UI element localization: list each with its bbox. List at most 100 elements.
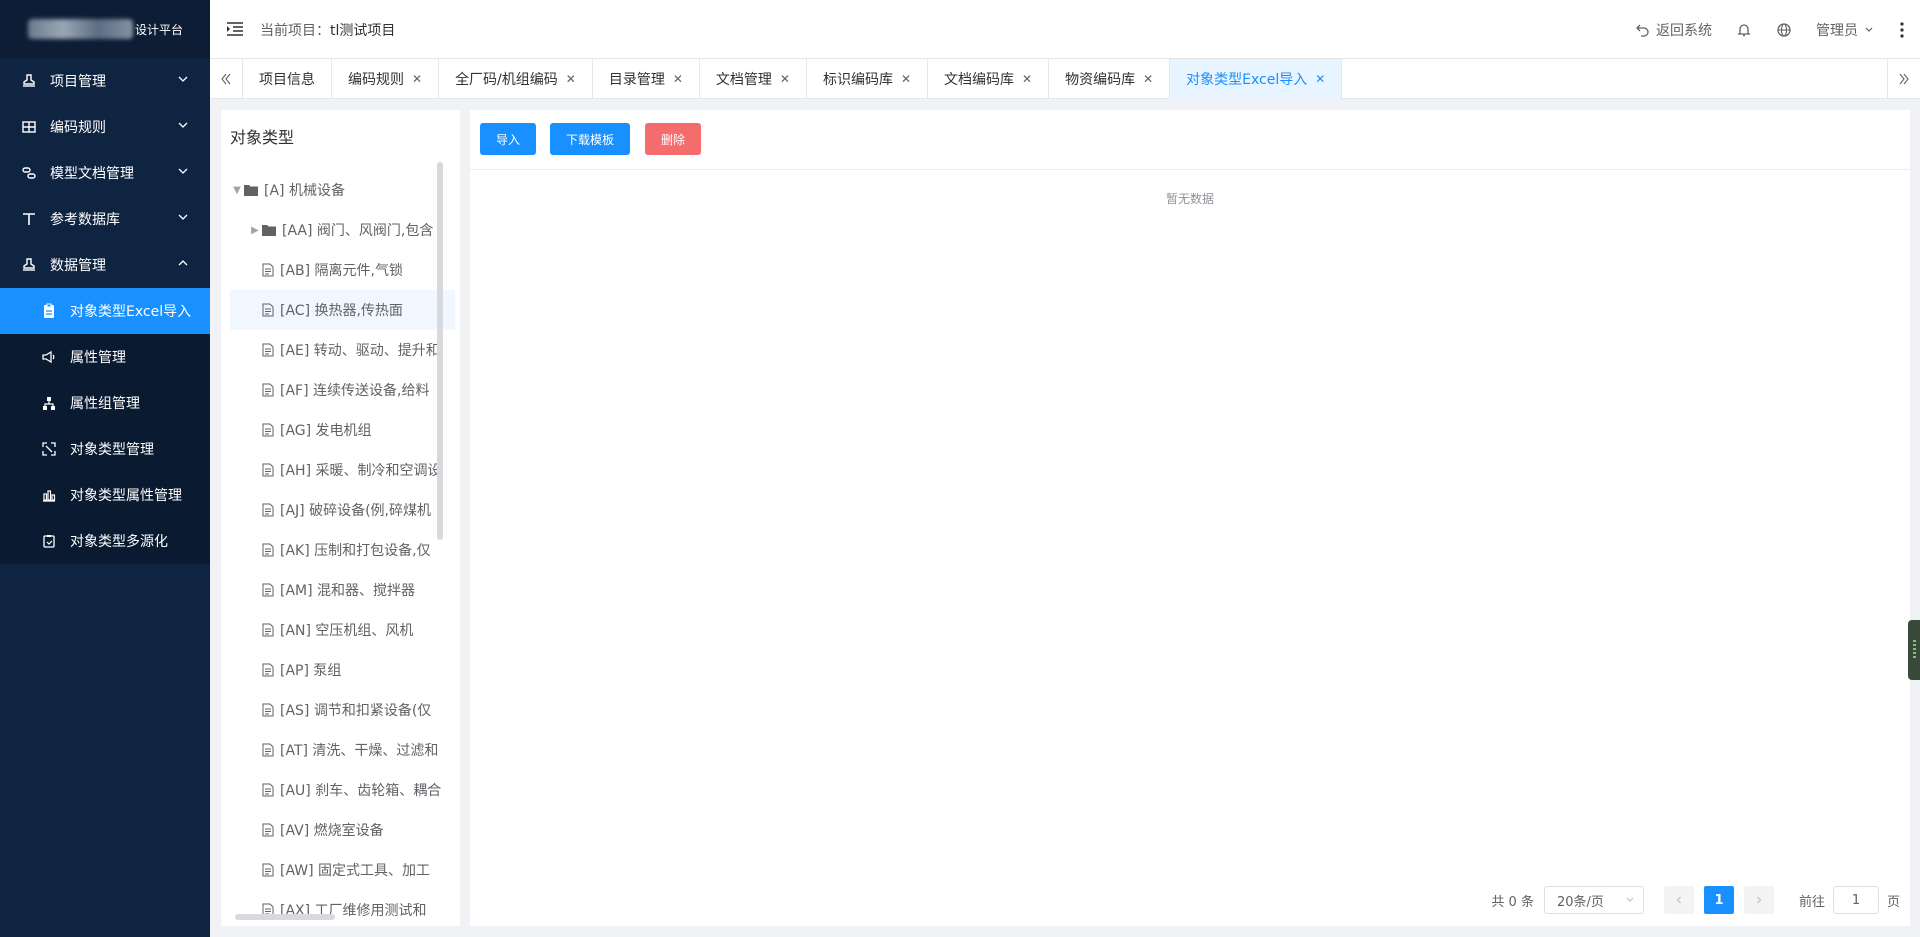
sidebar-item-excel-import[interactable]: 对象类型Excel导入 [0,288,210,334]
tab-document-management[interactable]: 文档管理 ✕ [700,59,807,99]
user-dropdown[interactable]: 管理员 [1816,20,1874,40]
close-icon[interactable]: ✕ [412,72,422,86]
tab-label: 文档管理 [715,72,772,88]
tree-node-label: [AS] 调节和扣紧设备(仅 [280,703,432,719]
tab-coding-rules[interactable]: 编码规则 ✕ [332,59,440,99]
caret-down-icon[interactable]: ▼ [230,185,244,196]
tree-node[interactable]: [AU] 刹车、齿轮箱、耦合 [230,770,455,810]
menu-reference-database[interactable]: 参考数据库 [0,196,210,242]
tree-node-root[interactable]: ▼ [A] 机械设备 [230,170,455,210]
sub-item-label: 对象类型属性管理 [70,488,182,504]
tab-object-type-excel-import[interactable]: 对象类型Excel导入 ✕ [1170,59,1343,99]
globe-icon[interactable] [1776,22,1792,38]
close-icon[interactable]: ✕ [1315,72,1325,86]
tree-node[interactable]: [AH] 采暖、制冷和空调设 [230,450,455,490]
close-icon[interactable]: ✕ [1143,72,1153,86]
chevron-down-icon [178,168,188,174]
tree-node[interactable]: [AV] 燃烧室设备 [230,810,455,850]
menu-data-management[interactable]: 数据管理 [0,242,210,288]
bell-icon[interactable] [1736,22,1752,38]
tab-material-code-library[interactable]: 物资编码库 ✕ [1049,59,1171,99]
tree-node[interactable]: [AE] 转动、驱动、提升和 [230,330,455,370]
tree-node[interactable]: [AS] 调节和扣紧设备(仅 [230,690,455,730]
tree-node-label: [AJ] 破碎设备(例,碎煤机 [280,503,431,519]
tab-scroll-right-button[interactable] [1887,59,1920,99]
tab-catalog-management[interactable]: 目录管理 ✕ [593,59,700,99]
close-icon[interactable]: ✕ [673,72,683,86]
tree-node[interactable]: ▶ [AA] 阀门、风阀门,包含 [230,210,455,250]
document-icon [262,303,274,317]
tab-label: 物资编码库 [1065,72,1136,88]
page-size-select[interactable]: 20条/页 [1543,886,1644,914]
tree-vertical-scrollbar[interactable] [437,162,443,540]
tree-node[interactable]: [AF] 连续传送设备,给料 [230,370,455,410]
sidebar-item-object-type-attribute[interactable]: 对象类型属性管理 [0,472,210,518]
user-name: 管理员 [1816,22,1858,39]
tree-node[interactable]: [AJ] 破碎设备(例,碎煤机 [230,490,455,530]
download-template-button[interactable]: 下载模板 [550,123,630,155]
link-icon [20,164,38,182]
tab-label: 编码规则 [348,72,404,88]
tab-plant-unit-code[interactable]: 全厂码/机组编码 ✕ [439,59,593,99]
tree-node[interactable]: [AG] 发电机组 [230,410,455,450]
goto-page-input[interactable]: 1 [1832,886,1879,914]
tree-node[interactable]: [AT] 清洗、干燥、过滤和 [230,730,455,770]
document-icon [262,623,274,637]
tree-node[interactable]: [AC] 换热器,传热面 [230,290,455,330]
sidebar-item-object-type-multisource[interactable]: 对象类型多源化 [0,518,210,564]
menu-model-doc-management[interactable]: 模型文档管理 [0,150,210,196]
close-icon[interactable]: ✕ [566,72,576,86]
tree-node-label: [AK] 压制和打包设备,仅 [280,543,431,559]
prev-page-button[interactable] [1663,886,1694,914]
document-icon [262,503,274,517]
close-icon[interactable]: ✕ [1022,72,1032,86]
tab-label: 标识编码库 [822,72,893,88]
tree-node[interactable]: [AP] 泵组 [230,650,455,690]
chevron-left-icon [1676,896,1681,904]
next-page-button[interactable] [1743,886,1774,914]
logo[interactable]: 设计平台 [0,0,210,58]
tree-node-label: [AB] 隔离元件,气锁 [280,263,404,279]
caret-right-icon[interactable]: ▶ [248,225,262,236]
tree-node[interactable]: [AB] 隔离元件,气锁 [230,250,455,290]
clipboard-icon [40,302,58,320]
import-button[interactable]: 导入 [480,123,536,155]
menu-project-management[interactable]: 项目管理 [0,58,210,104]
menu-label: 项目管理 [50,74,106,90]
tree-node[interactable]: [AN] 空压机组、风机 [230,610,455,650]
chevron-up-icon [178,260,188,266]
document-icon [262,863,274,877]
close-icon[interactable]: ✕ [901,72,911,86]
menu-fold-icon[interactable] [226,21,244,37]
menu-label: 编码规则 [50,120,106,136]
more-vertical-icon[interactable] [1900,21,1904,38]
tree-node[interactable]: [AX] 工厂维修用测试和 [230,890,455,926]
menu-coding-rules[interactable]: 编码规则 [0,104,210,150]
sidebar-item-attribute-group[interactable]: 属性组管理 [0,380,210,426]
back-to-system-button[interactable]: 返回系统 [1636,20,1712,40]
tab-label: 目录管理 [608,72,665,88]
sidebar-item-object-type[interactable]: 对象类型管理 [0,426,210,472]
tree-node-label: [AW] 固定式工具、加工 [280,863,431,879]
current-project-name[interactable]: tl测试项目 [330,23,395,39]
top-header: 当前项目：tl测试项目 返回系统 管理员 [210,0,1920,59]
close-icon[interactable]: ✕ [780,72,790,86]
chevron-down-icon [178,76,188,82]
header-actions: 返回系统 管理员 [1636,0,1920,59]
tab-label: 文档编码库 [944,72,1015,88]
tab-project-info[interactable]: 项目信息 [243,59,332,99]
page-suffix: 页 [1886,894,1900,910]
tab-scroll-left-button[interactable] [210,59,243,99]
page-number-current[interactable]: 1 [1703,886,1734,914]
tab-document-code-library[interactable]: 文档编码库 ✕ [928,59,1050,99]
floating-side-handle[interactable] [1908,620,1920,680]
tab-identifier-code-library[interactable]: 标识编码库 ✕ [807,59,929,99]
sidebar-item-attribute-management[interactable]: 属性管理 [0,334,210,380]
object-type-tree: ▼ [A] 机械设备 ▶ [AA] 阀门、风阀门,包含 [AB] 隔离元件,气锁… [230,170,455,926]
tree-node[interactable]: [AW] 固定式工具、加工 [230,850,455,890]
tree-node[interactable]: [AK] 压制和打包设备,仅 [230,530,455,570]
tree-horizontal-scrollbar[interactable] [235,914,335,920]
delete-button[interactable]: 删除 [645,123,701,155]
chevron-down-icon [1865,27,1873,32]
tree-node[interactable]: [AM] 混和器、搅拌器 [230,570,455,610]
